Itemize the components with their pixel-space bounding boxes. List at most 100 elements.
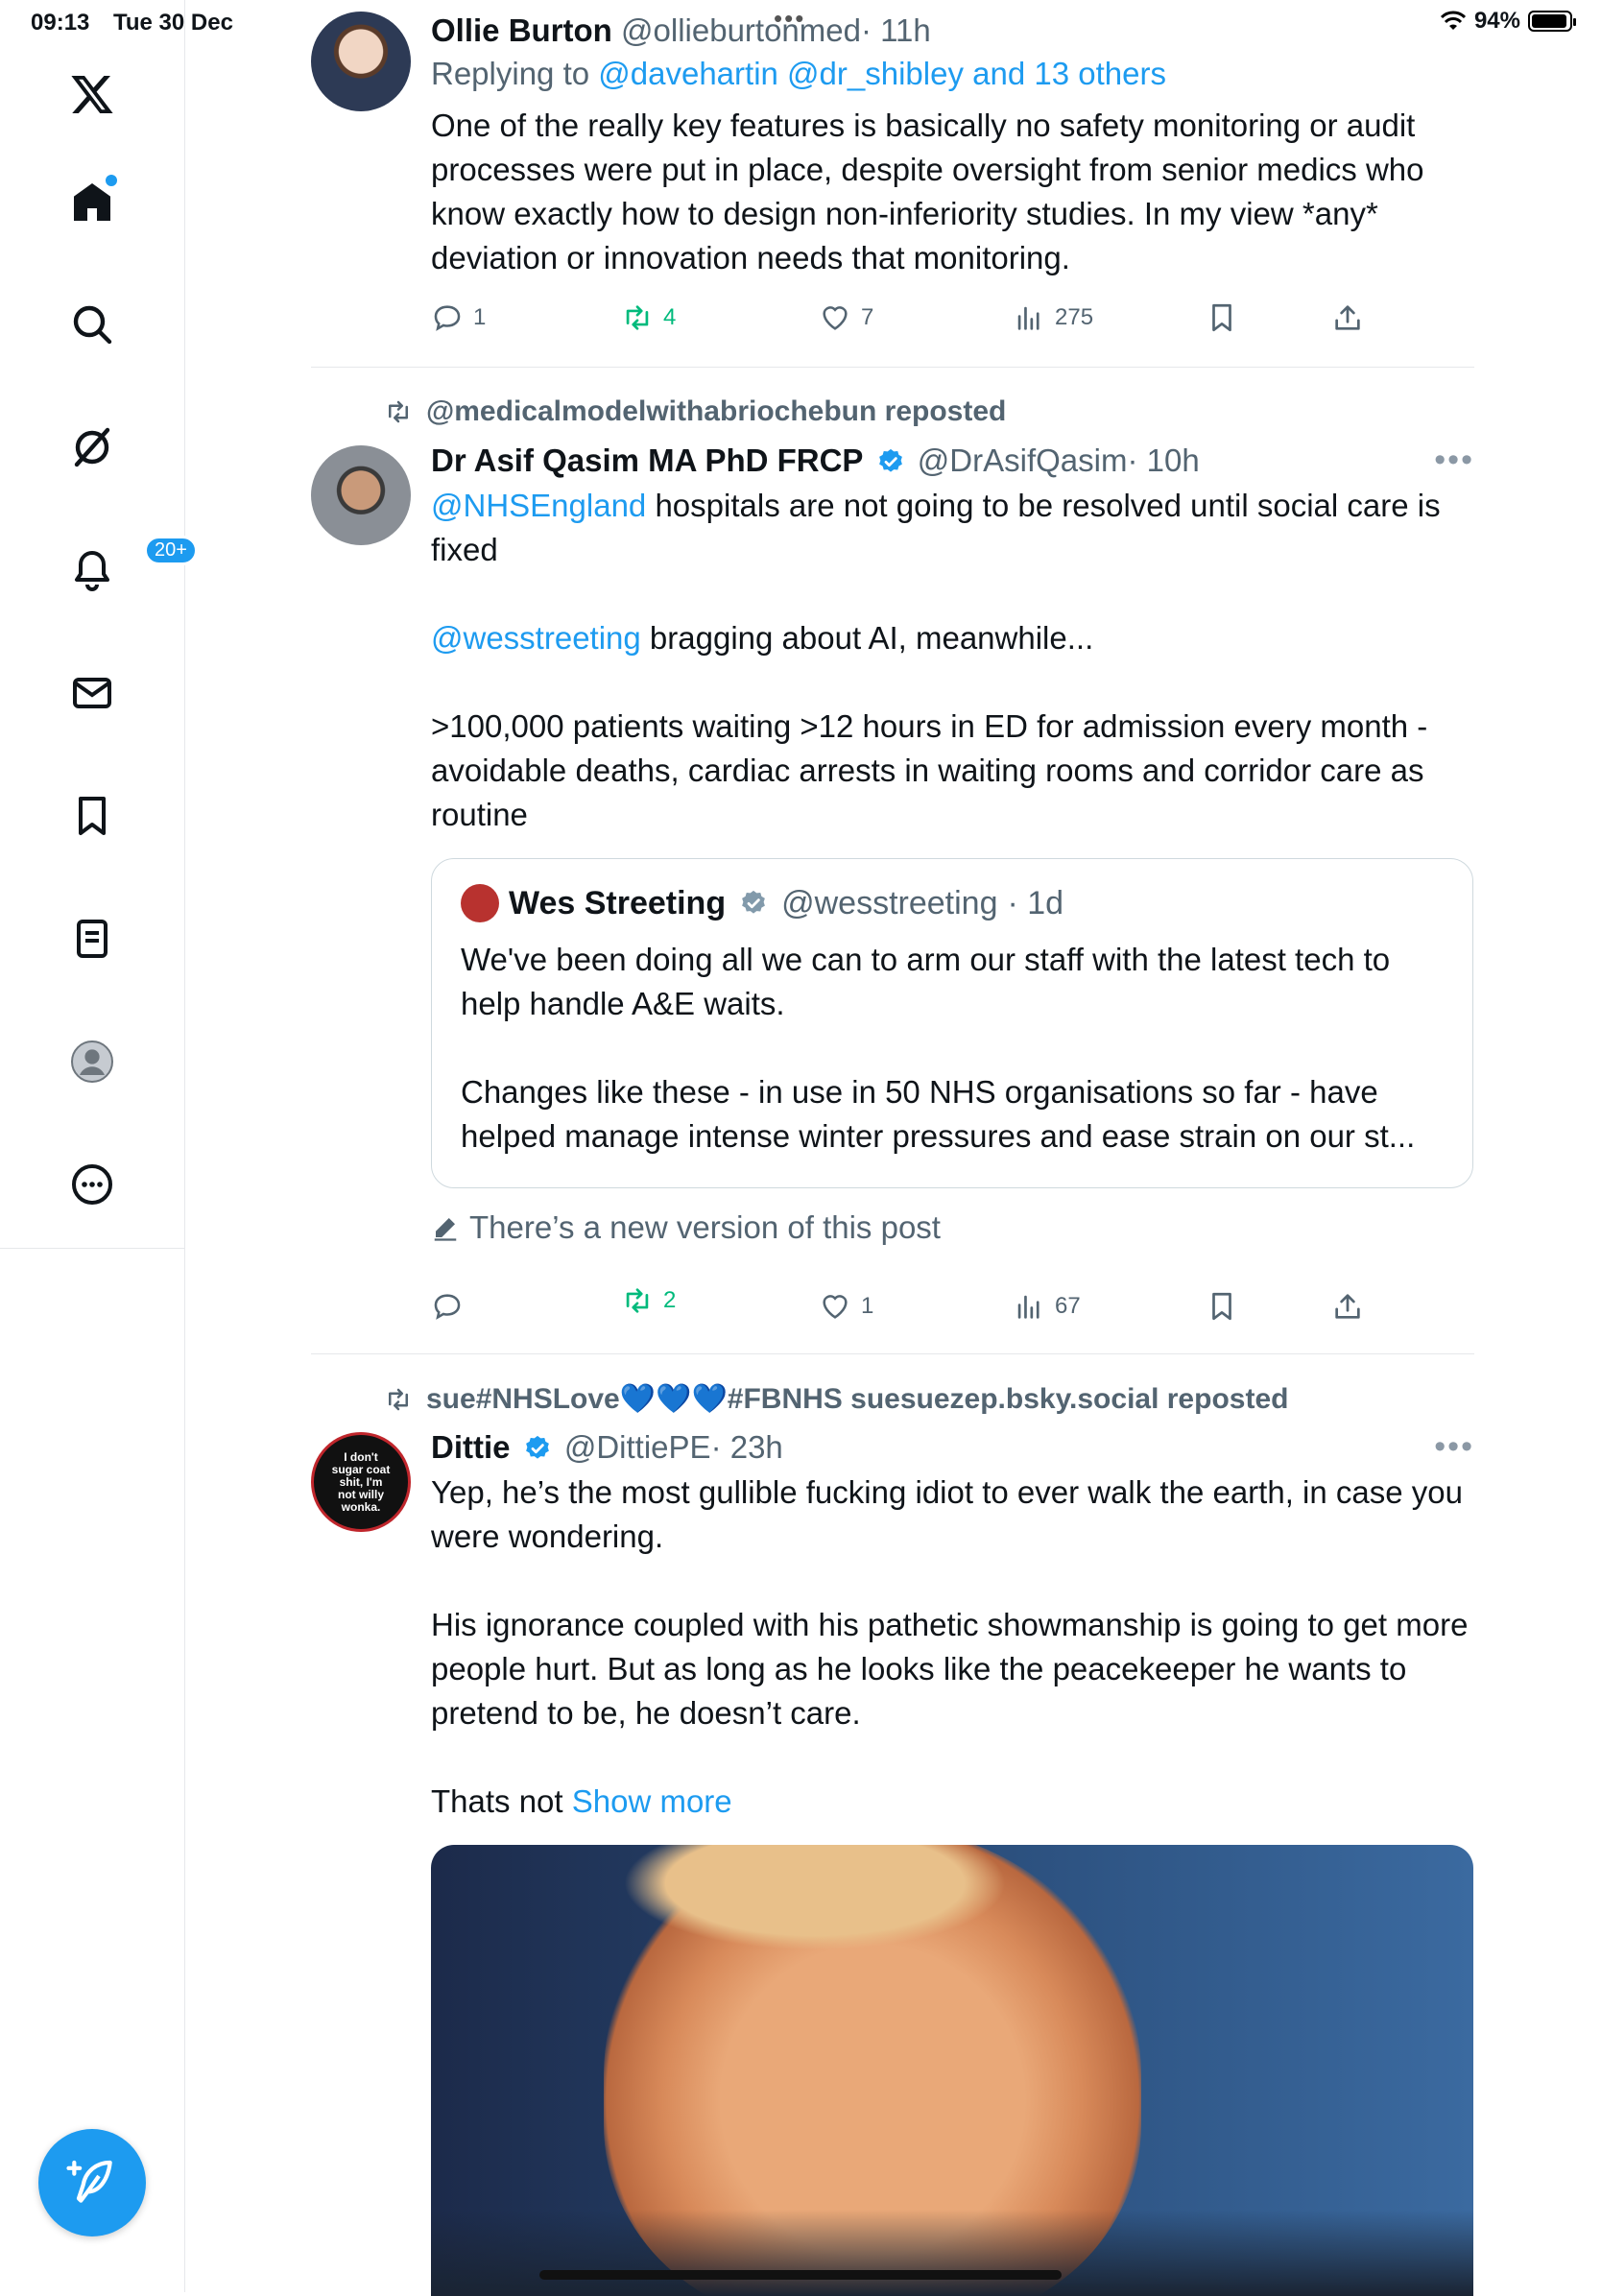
- share-icon: [1335, 305, 1360, 330]
- edit-pencil-icon: [434, 1218, 457, 1241]
- views-count: 67: [1055, 1293, 1081, 1319]
- compose-post-button[interactable]: [38, 2129, 146, 2236]
- bookmarks-icon[interactable]: [61, 785, 123, 847]
- avatar[interactable]: I don't sugar coat shit, I'm not willy w…: [311, 1432, 411, 1532]
- notifications-badge: 20+: [144, 536, 198, 565]
- author-name[interactable]: Dittie: [431, 1429, 511, 1465]
- tweet-time: · 11h: [860, 12, 931, 48]
- home-icon[interactable]: [61, 171, 123, 232]
- heart-icon: [823, 1295, 848, 1319]
- views-button[interactable]: 67: [1013, 1290, 1081, 1323]
- repost-context-text: sue#NHSLove💙💙💙#FBNHS suesuezep.bsky.soci…: [426, 1383, 1289, 1415]
- reply-button[interactable]: 1: [431, 301, 486, 334]
- bookmark-button[interactable]: [1206, 1290, 1238, 1323]
- author-handle[interactable]: @DittiePE: [564, 1429, 711, 1465]
- quoted-text: We've been doing all we can to arm our s…: [461, 938, 1449, 1159]
- x-logo-icon[interactable]: [61, 63, 123, 125]
- tweet-text: One of the really key features is basica…: [431, 108, 1424, 275]
- views-button[interactable]: 275: [1013, 301, 1093, 334]
- repost-icon: [626, 1288, 649, 1313]
- tweet-actions: 1 4 7 275: [431, 301, 1448, 344]
- repost-context-icon: [389, 400, 408, 423]
- repost-context-icon: [389, 1388, 408, 1410]
- like-count: 7: [861, 304, 874, 330]
- new-version-notice[interactable]: There’s a new version of this post: [431, 1209, 941, 1246]
- avatar[interactable]: [311, 12, 411, 111]
- tweet-header: Dittie @DittiePE· 23h: [431, 1428, 1477, 1467]
- like-count: 1: [861, 1293, 874, 1319]
- battery-percent: 94%: [1473, 8, 1520, 34]
- profile-avatar-icon[interactable]: [61, 1031, 123, 1092]
- tweet-header: Dr Asif Qasim MA PhD FRCP @DrAsifQasim· …: [431, 442, 1477, 480]
- tweet-text-part: Yep, he’s the most gullible fucking idio…: [431, 1474, 1463, 1554]
- quoted-avatar: [461, 884, 499, 922]
- like-button[interactable]: 1: [819, 1290, 873, 1323]
- show-more-link[interactable]: Show more: [572, 1783, 732, 1819]
- grok-icon[interactable]: [61, 417, 123, 478]
- author-handle[interactable]: @ollieburtonmed: [621, 12, 861, 48]
- tweet-text-part: >100,000 patients waiting >12 hours in E…: [431, 708, 1428, 832]
- like-button[interactable]: 7: [819, 301, 873, 334]
- tweet-header: Ollie Burton @ollieburtonmed· 11h: [431, 12, 1477, 50]
- quoted-text-part: Changes like these - in use in 50 NHS or…: [461, 1074, 1416, 1154]
- share-icon: [1335, 1294, 1360, 1319]
- home-indicator[interactable]: [539, 2270, 1062, 2280]
- tweet-text-part: His ignorance coupled with his pathetic …: [431, 1607, 1469, 1731]
- mention-link[interactable]: @NHSEngland: [431, 488, 646, 523]
- battery-icon: [1528, 11, 1576, 32]
- messages-envelope-icon[interactable]: [61, 662, 123, 724]
- tweet-text-part: bragging about AI, meanwhile...: [640, 620, 1094, 656]
- views-chart-icon: [1017, 306, 1039, 330]
- verified-badge-icon: [878, 448, 902, 472]
- repost-count: 2: [663, 1287, 677, 1313]
- quoted-text-part: We've been doing all we can to arm our s…: [461, 942, 1391, 1021]
- tweet-text: Yep, he’s the most gullible fucking idio…: [431, 1471, 1477, 1824]
- tweet-divider: [311, 1353, 1474, 1354]
- notifications-bell-icon[interactable]: 20+: [61, 536, 198, 601]
- more-options-icon[interactable]: [61, 1154, 123, 1215]
- views-count: 275: [1055, 304, 1094, 330]
- repost-icon: [626, 305, 649, 330]
- new-version-text: There’s a new version of this post: [469, 1209, 941, 1245]
- reply-count: 1: [473, 304, 487, 330]
- repost-context[interactable]: @medicalmodelwithabriochebun reposted: [384, 395, 1006, 428]
- avatar[interactable]: [311, 445, 411, 545]
- repost-button[interactable]: 2: [621, 1284, 676, 1317]
- home-unread-dot: [104, 173, 119, 188]
- bookmark-icon: [1212, 1292, 1231, 1321]
- views-chart-icon: [1017, 1295, 1039, 1319]
- mention-link[interactable]: @wesstreeting: [431, 620, 641, 656]
- repost-count: 4: [663, 304, 677, 330]
- share-button[interactable]: [1331, 1290, 1364, 1323]
- replying-prefix: Replying to: [431, 56, 599, 91]
- tweet-time: · 23h: [710, 1429, 783, 1465]
- reply-button[interactable]: [431, 1290, 473, 1323]
- compose-feather-icon: [66, 2160, 112, 2203]
- author-name[interactable]: Dr Asif Qasim MA PhD FRCP: [431, 442, 863, 478]
- quoted-time: · 1d: [1007, 884, 1064, 921]
- repost-context[interactable]: sue#NHSLove💙💙💙#FBNHS suesuezep.bsky.soci…: [384, 1382, 1288, 1416]
- search-icon[interactable]: [61, 294, 123, 355]
- share-button[interactable]: [1331, 301, 1364, 334]
- tweet-divider: [311, 367, 1474, 368]
- repost-context-text: @medicalmodelwithabriochebun reposted: [426, 395, 1007, 427]
- sidebar-divider: [0, 1248, 184, 1249]
- tweet-time: · 10h: [1127, 442, 1200, 478]
- replying-to-links[interactable]: @davehartin @dr_shibley and 13 others: [598, 56, 1166, 91]
- tweet-text-part: Thats not: [431, 1783, 572, 1819]
- quoted-tweet[interactable]: Wes Streeting @wesstreeting · 1d We've be…: [431, 858, 1473, 1188]
- verified-grey-badge-icon: [742, 890, 765, 914]
- author-handle[interactable]: @DrAsifQasim: [918, 442, 1128, 478]
- quoted-tweet-header: Wes Streeting @wesstreeting · 1d: [461, 884, 1063, 922]
- lists-icon[interactable]: [61, 908, 123, 969]
- bookmark-button[interactable]: [1206, 301, 1238, 334]
- tweet-text: @NHSEngland hospitals are not going to b…: [431, 484, 1477, 837]
- author-name[interactable]: Ollie Burton: [431, 12, 612, 48]
- replying-to: Replying to @davehartin @dr_shibley and …: [431, 52, 1477, 96]
- heart-icon: [823, 306, 848, 330]
- tweet-media-image[interactable]: [431, 1845, 1473, 2296]
- repost-button[interactable]: 4: [621, 301, 676, 334]
- verified-badge-icon: [525, 1435, 549, 1459]
- quoted-author-handle: @wesstreeting: [781, 884, 998, 921]
- media-shadow: [431, 2210, 1473, 2296]
